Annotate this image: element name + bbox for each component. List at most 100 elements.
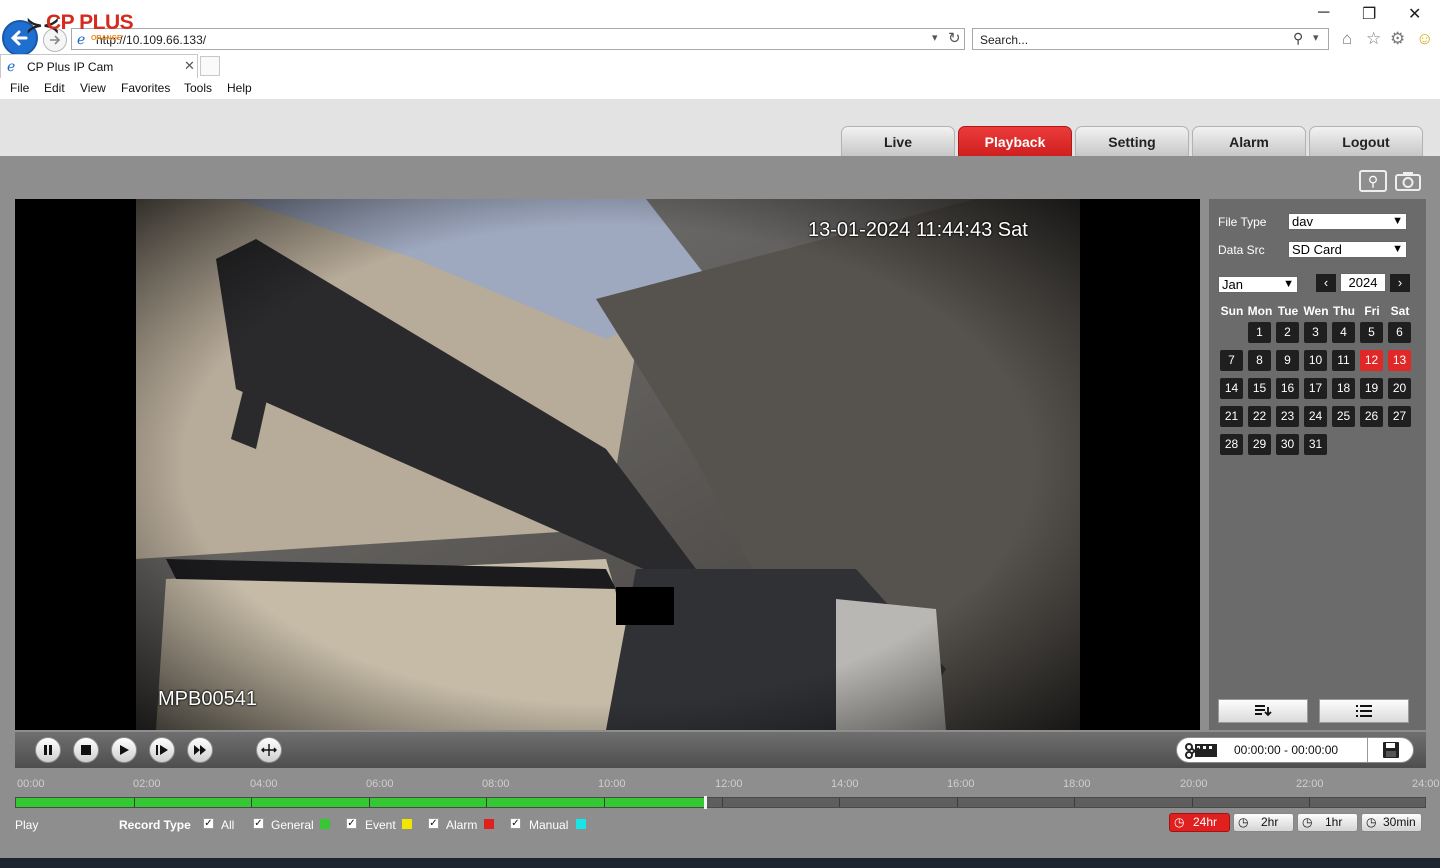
step-forward-button[interactable] <box>149 737 175 763</box>
calendar-day-23[interactable]: 23 <box>1276 406 1299 427</box>
smiley-feedback-icon[interactable]: ☺ <box>1416 29 1433 49</box>
menu-edit[interactable]: Edit <box>44 81 65 95</box>
timeline-tick <box>486 798 487 807</box>
month-select[interactable]: Jan ▼ <box>1218 276 1298 293</box>
calendar-day-2[interactable]: 2 <box>1276 322 1299 343</box>
menu-view[interactable]: View <box>80 81 106 95</box>
clip-cut-button[interactable] <box>1181 739 1221 761</box>
refresh-icon[interactable]: ↻ <box>948 29 961 47</box>
menu-help[interactable]: Help <box>227 81 252 95</box>
calendar-day-14[interactable]: 14 <box>1220 378 1243 399</box>
calendar-day-12[interactable]: 12 <box>1360 350 1383 371</box>
checkbox-general[interactable]: ✓ <box>253 818 264 829</box>
calendar-day-21[interactable]: 21 <box>1220 406 1243 427</box>
calendar-day-26[interactable]: 26 <box>1360 406 1383 427</box>
checkbox-manual[interactable]: ✓ <box>510 818 521 829</box>
calendar-day-10[interactable]: 10 <box>1304 350 1327 371</box>
fast-forward-button[interactable] <box>187 737 213 763</box>
home-icon[interactable]: ⌂ <box>1342 29 1352 49</box>
checkbox-all[interactable]: ✓ <box>203 818 214 829</box>
calendar-day-31[interactable]: 31 <box>1304 434 1327 455</box>
zoom-search-icon[interactable]: ⚲ <box>1359 170 1387 192</box>
month-value: Jan <box>1222 277 1243 292</box>
video-player[interactable]: 13-01-2024 11:44:43 Sat MPB00541 <box>15 199 1200 730</box>
zoom-2hr-button[interactable]: ◷ 2hr <box>1233 813 1294 832</box>
snapshot-camera-icon[interactable] <box>1394 170 1422 192</box>
search-dropdown-icon[interactable]: ▾ <box>1313 31 1319 44</box>
fit-window-button[interactable] <box>256 737 282 763</box>
year-field[interactable]: 2024 <box>1340 273 1386 292</box>
restore-button[interactable]: ❐ <box>1362 4 1376 24</box>
timeline-label: 00:00 <box>17 778 45 790</box>
browser-tab[interactable]: ℯ CP Plus IP Cam ✕ <box>0 54 198 78</box>
minimize-button[interactable]: ─ <box>1318 4 1329 22</box>
calendar-day-5[interactable]: 5 <box>1360 322 1383 343</box>
close-window-button[interactable]: ✕ <box>1408 4 1421 24</box>
calendar-day-22[interactable]: 22 <box>1248 406 1271 427</box>
data-src-label: Data Src <box>1218 243 1265 257</box>
tab-live[interactable]: Live <box>841 126 955 156</box>
pause-icon <box>44 745 52 755</box>
timeline-tick <box>839 798 840 807</box>
file-list-button[interactable] <box>1319 699 1409 723</box>
calendar-day-20[interactable]: 20 <box>1388 378 1411 399</box>
menu-file[interactable]: File <box>10 81 29 95</box>
calendar-day-11[interactable]: 11 <box>1332 350 1355 371</box>
calendar-day-29[interactable]: 29 <box>1248 434 1271 455</box>
timeline-label: 02:00 <box>133 778 161 790</box>
calendar-day-24[interactable]: 24 <box>1304 406 1327 427</box>
data-src-select[interactable]: SD Card ▼ <box>1288 241 1407 258</box>
download-button[interactable] <box>1218 699 1308 723</box>
calendar-day-15[interactable]: 15 <box>1248 378 1271 399</box>
favorites-star-icon[interactable]: ☆ <box>1366 29 1381 49</box>
file-type-select[interactable]: dav ▼ <box>1288 213 1407 230</box>
checkbox-event[interactable]: ✓ <box>346 818 357 829</box>
timeline-track[interactable] <box>15 796 1426 809</box>
logo: CP PLUS <box>46 11 134 34</box>
next-year-button[interactable]: › <box>1390 274 1410 292</box>
menu-tools[interactable]: Tools <box>184 81 212 95</box>
tab-alarm[interactable]: Alarm <box>1192 126 1306 156</box>
zoom-30min-button[interactable]: ◷ 30min <box>1361 813 1422 832</box>
timeline-label: 08:00 <box>482 778 510 790</box>
new-tab-button[interactable] <box>200 56 220 76</box>
calendar-day-6[interactable]: 6 <box>1388 322 1411 343</box>
calendar-day-18[interactable]: 18 <box>1332 378 1355 399</box>
calendar-day-7[interactable]: 7 <box>1220 350 1243 371</box>
address-bar[interactable]: ℯ http://10.109.66.133/ ▾ ↻ <box>71 28 965 50</box>
calendar-day-13[interactable]: 13 <box>1388 350 1411 371</box>
menu-favorites[interactable]: Favorites <box>121 81 170 95</box>
calendar-day-19[interactable]: 19 <box>1360 378 1383 399</box>
floppy-save-icon <box>1383 742 1399 758</box>
search-icon[interactable]: ⚲ <box>1293 30 1303 47</box>
calendar-day-27[interactable]: 27 <box>1388 406 1411 427</box>
calendar-day-28[interactable]: 28 <box>1220 434 1243 455</box>
camera-scene-image <box>136 199 1080 730</box>
tab-logout[interactable]: Logout <box>1309 126 1423 156</box>
gear-icon[interactable]: ⚙ <box>1390 29 1405 49</box>
calendar-day-3[interactable]: 3 <box>1304 322 1327 343</box>
calendar-day-17[interactable]: 17 <box>1304 378 1327 399</box>
zoom-24hr-button[interactable]: ◷ 24hr <box>1169 813 1230 832</box>
calendar-day-9[interactable]: 9 <box>1276 350 1299 371</box>
checkbox-alarm[interactable]: ✓ <box>428 818 439 829</box>
calendar-day-25[interactable]: 25 <box>1332 406 1355 427</box>
timeline-tick <box>957 798 958 807</box>
timeline-cursor[interactable] <box>704 796 707 809</box>
address-dropdown-icon[interactable]: ▾ <box>932 31 938 44</box>
tab-close-icon[interactable]: ✕ <box>184 58 195 74</box>
calendar-day-30[interactable]: 30 <box>1276 434 1299 455</box>
save-clip-button[interactable] <box>1367 738 1414 762</box>
tab-playback[interactable]: Playback <box>958 126 1072 156</box>
play-button[interactable] <box>111 737 137 763</box>
calendar-day-1[interactable]: 1 <box>1248 322 1271 343</box>
stop-button[interactable] <box>73 737 99 763</box>
tab-setting[interactable]: Setting <box>1075 126 1189 156</box>
zoom-1hr-button[interactable]: ◷ 1hr <box>1297 813 1358 832</box>
calendar-day-8[interactable]: 8 <box>1248 350 1271 371</box>
search-box[interactable]: Search... ⚲ ▾ <box>972 28 1329 50</box>
calendar-day-4[interactable]: 4 <box>1332 322 1355 343</box>
calendar-day-16[interactable]: 16 <box>1276 378 1299 399</box>
prev-year-button[interactable]: ‹ <box>1316 274 1336 292</box>
pause-button[interactable] <box>35 737 61 763</box>
